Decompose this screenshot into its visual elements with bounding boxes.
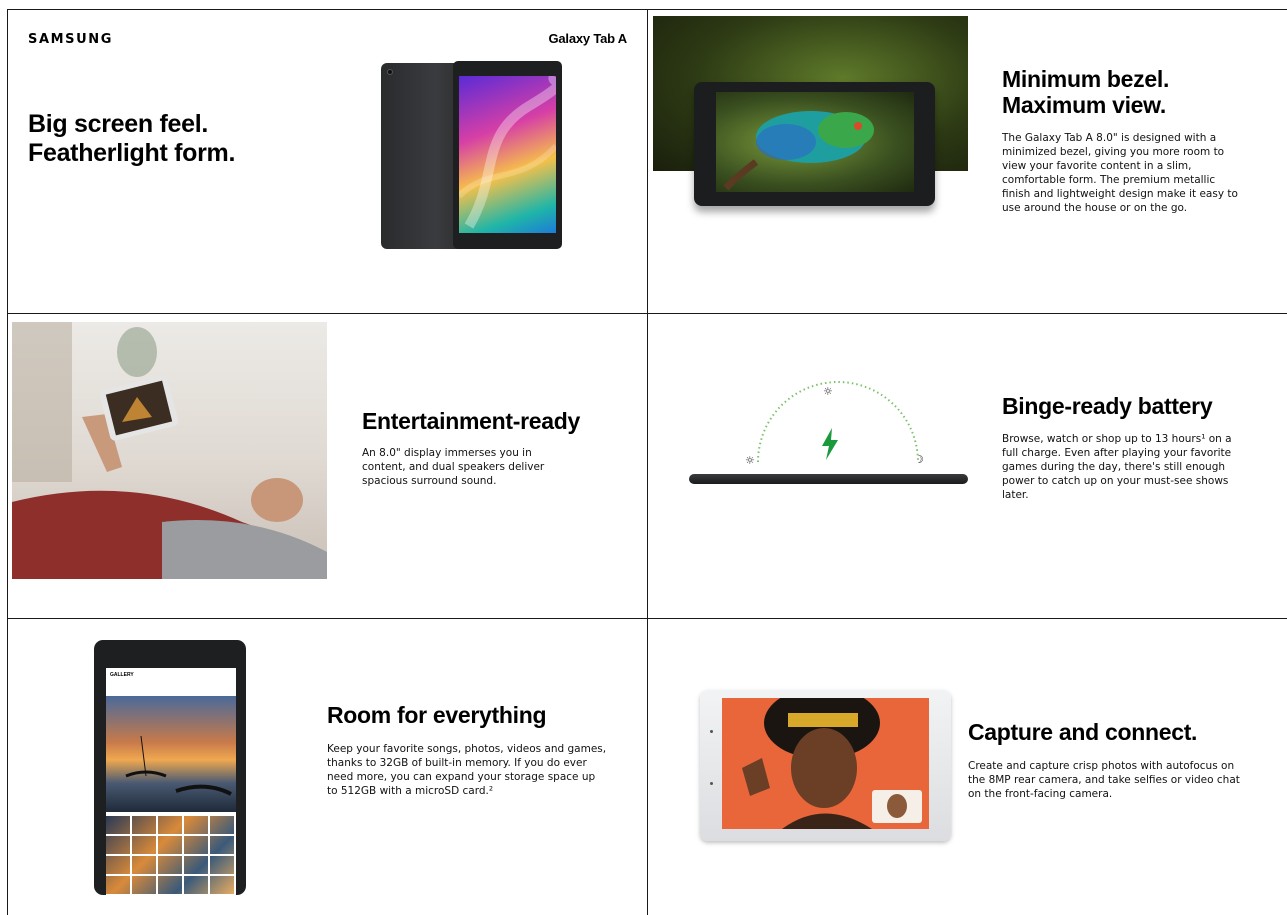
tablet-front-screen <box>459 76 556 233</box>
tablet-side-profile-image <box>689 474 968 484</box>
bezel-description: The Galaxy Tab A 8.0" is designed with a… <box>1002 132 1238 214</box>
selfie-portrait-graphic <box>742 698 922 829</box>
gallery-thumbnail-grid <box>106 816 236 895</box>
tablet-gallery-image: GALLERY <box>94 640 246 895</box>
entertainment-panel: Entertainment-ready An 8.0" display imme… <box>8 314 648 619</box>
battery-panel: ☼ ☼ ☽ Binge-ready battery Browse, watch … <box>648 314 1287 619</box>
lightning-bolt-icon <box>822 428 838 460</box>
entertainment-headline: Entertainment-ready <box>362 408 580 434</box>
battery-headline: Binge-ready battery <box>1002 393 1213 419</box>
chameleon-screen <box>716 92 914 192</box>
hero-headline-line1: Big screen feel. <box>28 110 209 138</box>
chameleon-graphic <box>723 111 874 191</box>
hero-panel: SAMSUNG Galaxy Tab A Big screen feel. Fe… <box>8 10 648 314</box>
storage-panel: GALLERY Room for everything Keep your fa… <box>8 619 648 915</box>
feature-grid: SAMSUNG Galaxy Tab A Big screen feel. Fe… <box>7 9 1287 915</box>
bezel-headline: Minimum bezel. Maximum view. <box>1002 66 1169 119</box>
product-model-name: Galaxy Tab A <box>548 31 627 46</box>
entertainment-description: An 8.0" display immerses you in content,… <box>362 447 545 487</box>
tablet-landscape-image <box>694 82 935 206</box>
rear-camera-icon <box>387 69 393 75</box>
storage-description: Keep your favorite songs, photos, videos… <box>327 743 607 797</box>
battery-description: Browse, watch or shop up to 13 hours¹ on… <box>1002 433 1232 501</box>
tablet-silver-image <box>700 690 951 841</box>
camera-panel: Capture and connect. Create and capture … <box>648 619 1287 915</box>
person-reclining-graphic <box>12 322 327 579</box>
tablet-front-image <box>453 61 562 249</box>
gallery-hero-photo <box>106 696 236 812</box>
home-sensor-icon <box>710 782 713 785</box>
moon-icon: ☽ <box>914 453 924 466</box>
hero-headline-line2: Featherlight form. <box>28 138 236 167</box>
wallpaper-swirl-graphic <box>459 76 556 229</box>
gallery-app-header: GALLERY <box>110 672 134 678</box>
front-camera-icon <box>710 730 713 733</box>
sun-icon: ☼ <box>823 385 833 398</box>
storage-headline: Room for everything <box>327 702 547 728</box>
sunrise-icon: ☼ <box>745 454 755 467</box>
selfie-screen <box>722 698 929 829</box>
camera-description: Create and capture crisp photos with aut… <box>968 760 1240 800</box>
hero-headline: Big screen feel. Featherlight form. <box>28 110 235 168</box>
person-with-tablet-image <box>12 322 327 579</box>
bezel-headline-line2: Maximum view. <box>1002 92 1166 119</box>
gallery-screen: GALLERY <box>106 668 236 895</box>
bezel-panel: Minimum bezel. Maximum view. The Galaxy … <box>648 10 1287 314</box>
bezel-headline-line1: Minimum bezel. <box>1002 66 1170 92</box>
brand-logo: SAMSUNG <box>28 32 114 47</box>
camera-headline: Capture and connect. <box>968 719 1198 745</box>
